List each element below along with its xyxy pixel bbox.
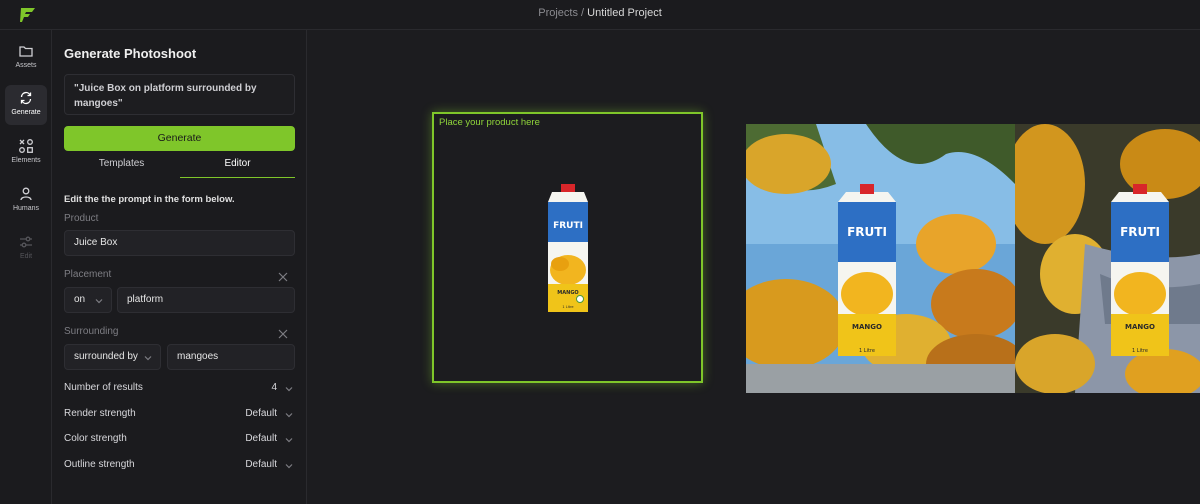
result-image-2-graphic: FRUTI MANGO 1 Litre bbox=[1015, 124, 1200, 393]
breadcrumb: Projects / Untitled Project bbox=[0, 7, 1200, 19]
folder-icon bbox=[19, 46, 33, 57]
chevron-down-icon bbox=[285, 438, 293, 443]
rail-item-label: Edit bbox=[19, 253, 33, 260]
rail-item-label: Elements bbox=[11, 157, 41, 164]
rail-item-label: Assets bbox=[15, 62, 37, 69]
clear-surrounding-icon[interactable] bbox=[278, 329, 288, 339]
project-title[interactable]: Untitled Project bbox=[587, 7, 662, 19]
placement-preposition-select[interactable]: on bbox=[64, 287, 112, 313]
option-label: Color strength bbox=[64, 433, 127, 444]
product-drop-zone[interactable]: Place your product here FRUTI MANGO 1 Li… bbox=[432, 112, 703, 383]
svg-text:FRUTI: FRUTI bbox=[847, 225, 887, 239]
svg-text:FRUTI: FRUTI bbox=[553, 221, 583, 231]
result-image-1[interactable]: FRUTI MANGO 1 Litre bbox=[746, 124, 1015, 393]
surrounding-input[interactable]: mangoes bbox=[167, 344, 295, 370]
tab-templates[interactable]: Templates bbox=[64, 156, 179, 178]
surrounding-preposition-value: surrounded by bbox=[74, 351, 138, 362]
result-image-1-graphic: FRUTI MANGO 1 Litre bbox=[746, 124, 1015, 393]
refresh-icon bbox=[20, 91, 32, 105]
option-label: Render strength bbox=[64, 408, 136, 419]
panel-title: Generate Photoshoot bbox=[64, 46, 197, 61]
option-render-strength[interactable]: Render strength Default bbox=[64, 408, 295, 422]
rail-item-humans[interactable]: Humans bbox=[5, 181, 47, 221]
svg-text:1 Litre: 1 Litre bbox=[859, 348, 875, 354]
option-label: Number of results bbox=[64, 382, 143, 393]
svg-text:MANGO: MANGO bbox=[852, 323, 882, 331]
surrounding-label: Surrounding bbox=[64, 326, 119, 337]
prompt-textarea[interactable]: "Juice Box on platform surrounded by man… bbox=[64, 74, 295, 115]
option-value: Default bbox=[245, 459, 277, 470]
rail-item-generate[interactable]: Generate bbox=[5, 85, 47, 125]
drop-zone-label: Place your product here bbox=[439, 117, 540, 128]
rail-item-edit[interactable]: Edit bbox=[5, 229, 47, 269]
option-label: Outline strength bbox=[64, 459, 135, 470]
chevron-down-icon bbox=[285, 464, 293, 469]
svg-text:1 Litre: 1 Litre bbox=[562, 305, 573, 309]
product-label: Product bbox=[64, 213, 99, 224]
left-rail: Assets Generate Elements Humans Edit bbox=[0, 30, 52, 504]
option-outline-strength[interactable]: Outline strength Default bbox=[64, 459, 295, 473]
shapes-icon bbox=[19, 139, 33, 153]
product-input[interactable]: Juice Box bbox=[64, 230, 295, 256]
option-value: 4 bbox=[271, 382, 277, 393]
rail-item-label: Humans bbox=[12, 205, 40, 212]
generate-button[interactable]: Generate bbox=[64, 126, 295, 151]
surrounding-preposition-select[interactable]: surrounded by bbox=[64, 344, 161, 370]
breadcrumb-separator: / bbox=[577, 7, 588, 19]
option-color-strength[interactable]: Color strength Default bbox=[64, 433, 295, 447]
rail-item-elements[interactable]: Elements bbox=[5, 133, 47, 173]
option-number-of-results[interactable]: Number of results 4 bbox=[64, 382, 295, 396]
svg-text:MANGO: MANGO bbox=[1125, 323, 1155, 331]
editor-instruction: Edit the the prompt in the form below. bbox=[64, 194, 235, 205]
rail-item-assets[interactable]: Assets bbox=[5, 38, 47, 78]
product-carton-image: FRUTI MANGO 1 Litre bbox=[548, 184, 588, 312]
svg-text:FRUTI: FRUTI bbox=[1120, 225, 1160, 239]
chevron-down-icon bbox=[95, 299, 103, 304]
sliders-icon bbox=[20, 236, 32, 248]
result-image-2[interactable]: FRUTI MANGO 1 Litre bbox=[1015, 124, 1200, 393]
clear-placement-icon[interactable] bbox=[278, 272, 288, 282]
chevron-down-icon bbox=[285, 387, 293, 392]
panel-tabs: Templates Editor bbox=[64, 156, 295, 178]
rail-item-label: Generate bbox=[11, 109, 41, 116]
option-value: Default bbox=[245, 408, 277, 419]
top-bar: Projects / Untitled Project bbox=[0, 0, 1200, 30]
placement-input[interactable]: platform bbox=[117, 287, 295, 313]
generate-panel: Generate Photoshoot "Juice Box on platfo… bbox=[52, 30, 307, 504]
canvas-area: Place your product here FRUTI MANGO 1 Li… bbox=[307, 30, 1200, 504]
breadcrumb-projects-link[interactable]: Projects bbox=[538, 7, 578, 19]
person-icon bbox=[20, 187, 32, 201]
chevron-down-icon bbox=[285, 413, 293, 418]
chevron-down-icon bbox=[144, 356, 152, 361]
svg-text:MANGO: MANGO bbox=[557, 290, 578, 296]
placement-label: Placement bbox=[64, 269, 112, 280]
placement-preposition-value: on bbox=[74, 294, 86, 305]
option-value: Default bbox=[245, 433, 277, 444]
svg-text:1 Litre: 1 Litre bbox=[1132, 348, 1148, 354]
tab-editor[interactable]: Editor bbox=[180, 156, 295, 178]
